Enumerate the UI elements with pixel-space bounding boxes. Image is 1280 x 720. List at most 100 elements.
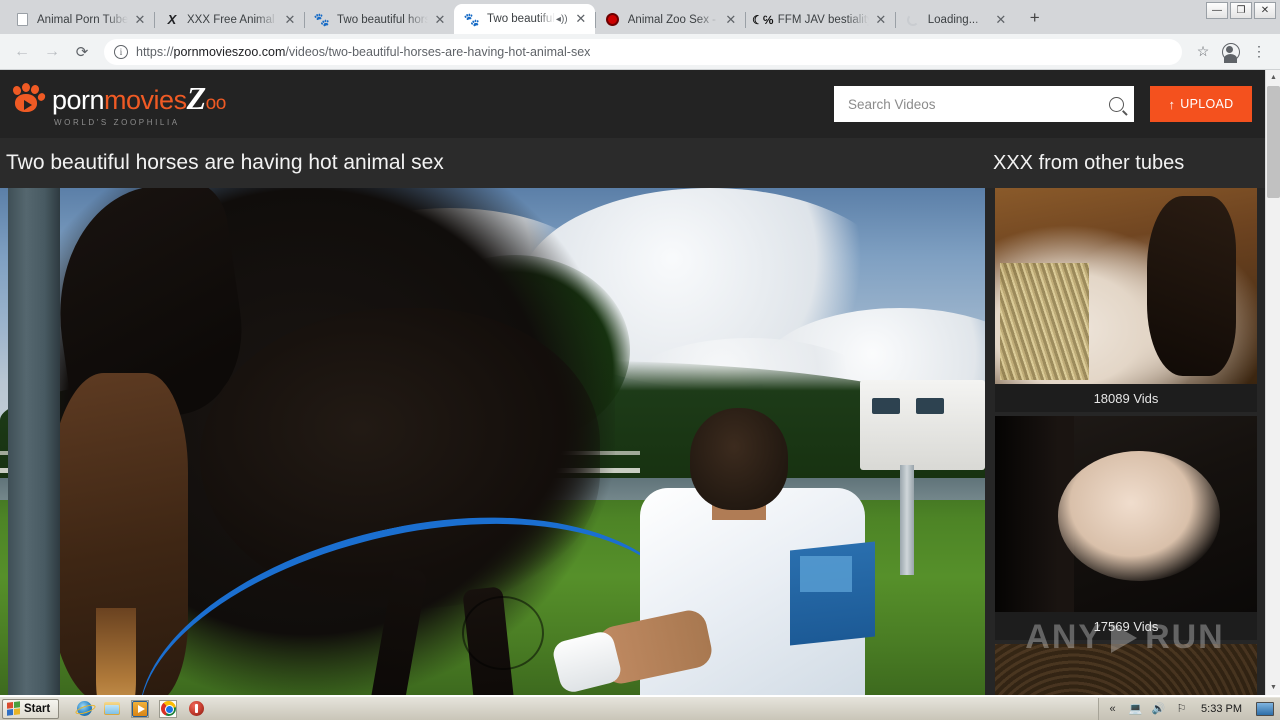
tab-title: Animal Zoo Sex - b: [627, 13, 719, 26]
profile-avatar-icon[interactable]: [1218, 39, 1244, 65]
url-scheme: https://: [136, 44, 174, 59]
tab-separator: [304, 12, 305, 28]
start-label: Start: [24, 702, 51, 715]
page-viewport: pornmoviesZoo WORLD'S ZOOPHILIA ↑ UPLOAD: [0, 70, 1280, 695]
tab-close-button[interactable]: ✕: [282, 12, 298, 28]
sidebar-thumbnail-2[interactable]: 17569 Vids: [995, 416, 1257, 640]
tab-strip: Animal Porn Tube - ✕ X XXX Free Animal P…: [0, 0, 1280, 34]
tab-separator: [594, 12, 596, 28]
bookmark-star-icon[interactable]: ☆: [1190, 39, 1216, 65]
tab-audio-icon[interactable]: ◂)): [555, 14, 569, 25]
scene-horse-tail: [96, 608, 136, 695]
tab-close-button[interactable]: ✕: [993, 12, 1009, 28]
back-button[interactable]: ←: [8, 38, 36, 66]
jav-icon: ☾℅: [752, 12, 774, 27]
tab-separator: [894, 12, 896, 28]
tab-close-button[interactable]: ✕: [873, 12, 889, 28]
content-row: 18089 Vids 17569 Vids ANY RUN: [0, 188, 1265, 695]
tab-title: Two beautiful horse: [337, 13, 428, 26]
sidebar-thumbnail-3[interactable]: [995, 644, 1257, 695]
chrome-menu-icon[interactable]: ⋮: [1246, 39, 1272, 65]
browser-tab-1[interactable]: Animal Porn Tube - ✕: [4, 5, 154, 34]
volume-icon[interactable]: 🔊: [1151, 701, 1166, 716]
thumbnail-image: [995, 188, 1257, 384]
clock[interactable]: 5:33 PM: [1197, 703, 1246, 715]
tab-title: XXX Free Animal Po: [187, 13, 278, 26]
quick-launch-bar: [75, 699, 205, 718]
new-tab-button[interactable]: +: [1021, 5, 1049, 33]
scene-circle-annotation: [462, 596, 544, 670]
search-input[interactable]: [848, 96, 1109, 112]
tab-title: Loading...: [927, 13, 979, 26]
page-scrollbar[interactable]: ▲ ▼: [1265, 70, 1280, 695]
browser-tab-2[interactable]: X XXX Free Animal Po ✕: [154, 5, 304, 34]
restore-button[interactable]: ❐: [1230, 2, 1252, 19]
x-letter-icon: X: [167, 12, 177, 27]
forward-button[interactable]: →: [38, 38, 66, 66]
scrollbar-thumb[interactable]: [1267, 86, 1280, 198]
windows-logo-icon: [7, 701, 20, 716]
tab-separator: [154, 12, 155, 28]
folder-icon[interactable]: [103, 700, 121, 718]
browser-tab-6[interactable]: ☾℅ FFM JAV bestiality ✕: [744, 5, 895, 34]
site-logo[interactable]: pornmoviesZoo WORLD'S ZOOPHILIA: [11, 82, 226, 127]
site-info-icon[interactable]: i: [114, 44, 128, 59]
sidebar-heading: XXX from other tubes: [993, 151, 1185, 174]
search-box[interactable]: [834, 86, 1134, 122]
network-icon[interactable]: 💻: [1128, 701, 1143, 716]
browser-tab-4-active[interactable]: 🐾 Two beautiful ◂)) ✕: [454, 4, 595, 34]
start-button[interactable]: Start: [2, 698, 60, 719]
address-bar[interactable]: i https://pornmovieszoo.com/videos/two-b…: [104, 38, 1182, 65]
page-title: Two beautiful horses are having hot anim…: [6, 151, 444, 174]
paw-icon: 🐾: [313, 12, 331, 27]
video-player[interactable]: [0, 188, 985, 695]
chrome-icon[interactable]: [159, 699, 178, 718]
upload-button[interactable]: ↑ UPLOAD: [1150, 86, 1252, 122]
tab-title: FFM JAV bestiality: [777, 13, 869, 26]
thumbnail-image: [995, 644, 1257, 695]
scroll-up-arrow-icon[interactable]: ▲: [1266, 70, 1280, 85]
close-window-button[interactable]: ✕: [1254, 2, 1276, 19]
logo-part-2: movies: [104, 84, 187, 115]
browser-tab-3[interactable]: 🐾 Two beautiful horse ✕: [304, 5, 454, 34]
minimize-button[interactable]: —: [1206, 2, 1228, 19]
browser-toolbar: ← → ⟳ i https://pornmovieszoo.com/videos…: [0, 34, 1280, 70]
url-domain: pornmovieszoo.com: [173, 44, 286, 59]
tab-separator: [744, 12, 746, 28]
tab-close-button[interactable]: ✕: [723, 12, 739, 28]
paw-icon: 🐾: [463, 11, 481, 27]
sidebar-other-tubes: 18089 Vids 17569 Vids ANY RUN: [985, 188, 1265, 695]
window-controls: — ❐ ✕: [1206, 2, 1276, 19]
record-icon: [605, 12, 621, 28]
tray-chevron-icon[interactable]: «: [1105, 701, 1120, 716]
browser-window: Animal Porn Tube - ✕ X XXX Free Animal P…: [0, 0, 1280, 696]
show-desktop-icon[interactable]: [1256, 701, 1274, 716]
browser-tab-5[interactable]: Animal Zoo Sex - b ✕: [594, 5, 745, 34]
logo-part-4: oo: [205, 92, 227, 114]
logo-wordmark: pornmoviesZoo: [52, 82, 226, 114]
internet-explorer-icon[interactable]: [75, 700, 93, 718]
thumbnail-label: 17569 Vids: [995, 612, 1257, 640]
tab-close-button[interactable]: ✕: [432, 12, 448, 28]
browser-tab-7[interactable]: Loading... ✕: [894, 5, 1015, 34]
website-page: pornmoviesZoo WORLD'S ZOOPHILIA ↑ UPLOAD: [0, 70, 1265, 695]
media-player-icon[interactable]: [131, 699, 150, 718]
sidebar-thumbnail-1[interactable]: 18089 Vids: [995, 188, 1257, 412]
tab-title: Two beautiful: [487, 13, 555, 25]
document-icon: [14, 12, 30, 28]
flag-icon[interactable]: ⚐: [1174, 701, 1189, 716]
reload-button[interactable]: ⟳: [68, 38, 96, 66]
scene-horse-trailer: [860, 380, 985, 470]
upload-label: UPLOAD: [1180, 97, 1234, 111]
paw-play-logo-icon: [11, 82, 47, 113]
windows-taskbar: Start « 💻 🔊 ⚐ 5:33 PM: [0, 696, 1280, 720]
url-path: /videos/two-beautiful-horses-are-having-…: [285, 44, 591, 59]
thumbnail-image: [995, 416, 1257, 612]
logo-part-3: Z: [186, 79, 207, 116]
scroll-down-arrow-icon[interactable]: ▼: [1266, 680, 1280, 695]
tab-close-button[interactable]: ✕: [132, 12, 148, 28]
url-text: https://pornmovieszoo.com/videos/two-bea…: [136, 45, 590, 59]
search-icon[interactable]: [1109, 96, 1124, 112]
stop-icon[interactable]: [187, 700, 205, 718]
tab-close-button[interactable]: ✕: [573, 11, 589, 27]
